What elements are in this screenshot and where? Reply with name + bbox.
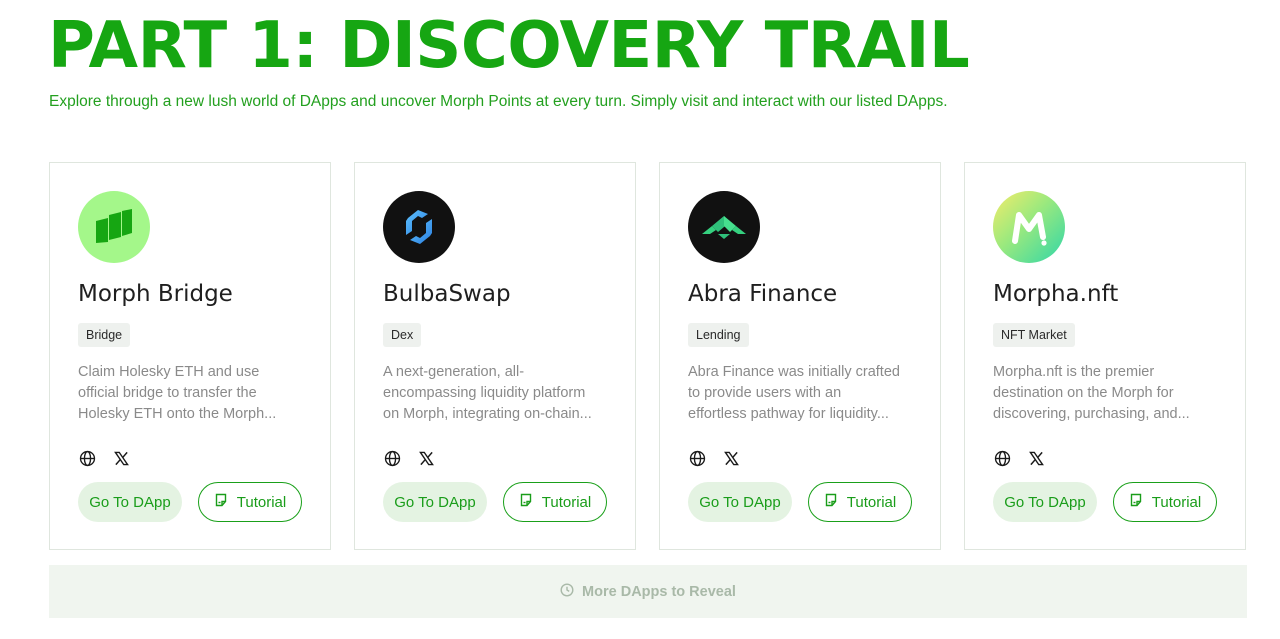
abra-finance-logo-icon <box>688 191 760 263</box>
dapp-card-grid: Morph Bridge Bridge Claim Holesky ETH an… <box>49 162 1247 550</box>
description-line: to provide users with an <box>688 385 842 401</box>
dapp-description: Morpha.nft is the premier destination on… <box>993 362 1219 425</box>
dapp-card-bulbaswap: BulbaSwap Dex A next-generation, all- en… <box>354 162 636 550</box>
go-to-dapp-button[interactable]: Go To DApp <box>383 482 487 522</box>
tutorial-button[interactable]: Tutorial <box>198 482 302 522</box>
description-line: discovering, purchasing, and... <box>993 406 1190 422</box>
description-line: Holesky ETH onto the Morph... <box>78 406 277 422</box>
dapp-description: Abra Finance was initially crafted to pr… <box>688 362 914 425</box>
description-line: A next-generation, all- <box>383 364 525 380</box>
page-subtitle: Explore through a new lush world of DApp… <box>49 93 948 110</box>
globe-icon[interactable] <box>78 449 96 467</box>
tutorial-button[interactable]: Tutorial <box>503 482 607 522</box>
description-line: Abra Finance was initially crafted <box>688 364 900 380</box>
category-tag: Bridge <box>78 323 131 347</box>
go-to-dapp-button[interactable]: Go To DApp <box>993 482 1097 522</box>
dapp-card-morpha-nft: Morpha.nft NFT Market Morpha.nft is the … <box>964 162 1246 550</box>
x-icon[interactable] <box>112 449 130 467</box>
tutorial-label: Tutorial <box>846 493 897 511</box>
tutorial-button[interactable]: Tutorial <box>808 482 912 522</box>
description-line: destination on the Morph for <box>993 385 1174 401</box>
social-links <box>688 448 740 468</box>
category-tag: Lending <box>688 323 749 347</box>
morpha-nft-logo-icon <box>993 191 1065 263</box>
document-icon <box>214 493 228 511</box>
category-tag: Dex <box>383 323 422 347</box>
description-line: Morpha.nft is the premier <box>993 364 1155 380</box>
document-icon <box>824 493 838 511</box>
dapp-description: A next-generation, all- encompassing liq… <box>383 362 609 425</box>
document-icon <box>519 493 533 511</box>
social-links <box>383 448 435 468</box>
tutorial-label: Tutorial <box>236 493 287 511</box>
social-links <box>993 448 1045 468</box>
tutorial-button[interactable]: Tutorial <box>1113 482 1217 522</box>
x-icon[interactable] <box>417 449 435 467</box>
social-links <box>78 448 130 468</box>
dapp-description: Claim Holesky ETH and use official bridg… <box>78 362 304 425</box>
description-line: official bridge to transfer the <box>78 385 257 401</box>
description-line: on Morph, integrating on-chain... <box>383 406 592 422</box>
dapp-name: Morpha.nft <box>993 281 1119 307</box>
category-tag: NFT Market <box>993 323 1075 347</box>
page-title: PART 1: DISCOVERY TRAIL <box>48 9 970 83</box>
dapp-name: Morph Bridge <box>78 281 233 307</box>
dapp-name: Abra Finance <box>688 281 838 307</box>
tutorial-label: Tutorial <box>1151 493 1202 511</box>
x-icon[interactable] <box>1027 449 1045 467</box>
go-to-dapp-button[interactable]: Go To DApp <box>688 482 792 522</box>
document-icon <box>1129 493 1143 511</box>
description-line: encompassing liquidity platform <box>383 385 586 401</box>
more-dapps-banner: More DApps to Reveal <box>49 565 1247 618</box>
dapp-card-morph-bridge: Morph Bridge Bridge Claim Holesky ETH an… <box>49 162 331 550</box>
clock-icon <box>560 582 574 601</box>
description-line: effortless pathway for liquidity... <box>688 406 889 422</box>
bulbaswap-logo-icon <box>383 191 455 263</box>
globe-icon[interactable] <box>993 449 1011 467</box>
dapp-card-abra-finance: Abra Finance Lending Abra Finance was in… <box>659 162 941 550</box>
globe-icon[interactable] <box>688 449 706 467</box>
dapp-name: BulbaSwap <box>383 281 511 307</box>
more-dapps-label: More DApps to Reveal <box>582 583 736 600</box>
go-to-dapp-button[interactable]: Go To DApp <box>78 482 182 522</box>
morph-bridge-logo-icon <box>78 191 150 263</box>
tutorial-label: Tutorial <box>541 493 592 511</box>
description-line: Claim Holesky ETH and use <box>78 364 260 380</box>
x-icon[interactable] <box>722 449 740 467</box>
globe-icon[interactable] <box>383 449 401 467</box>
